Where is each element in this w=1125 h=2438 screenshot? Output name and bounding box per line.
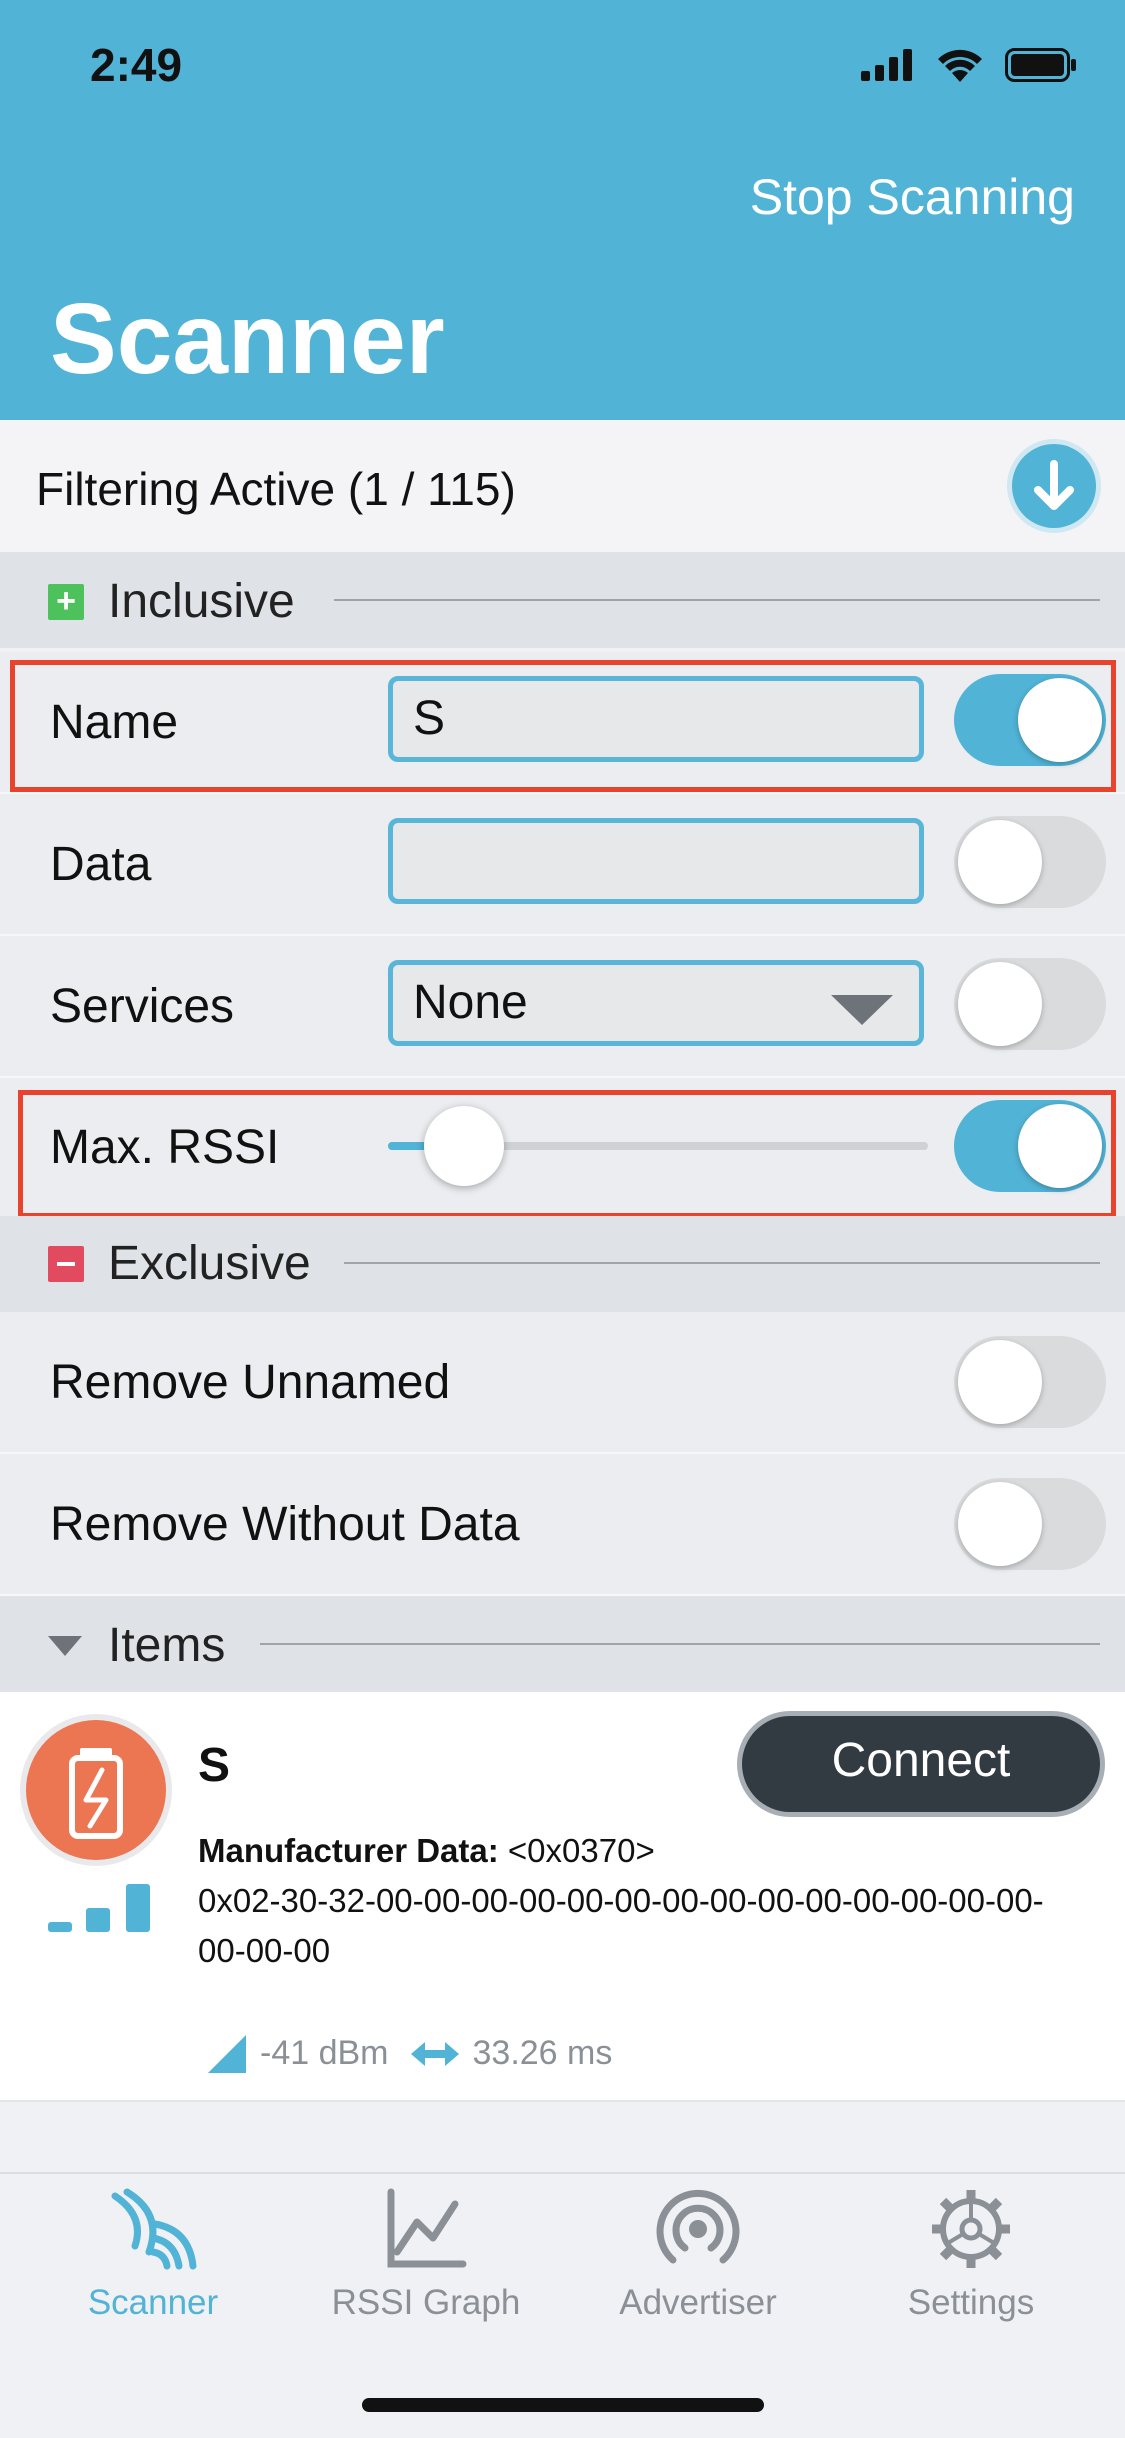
data-filter-input[interactable] — [388, 818, 924, 904]
manufacturer-data-value: 0x02-30-32-00-00-00-00-00-00-00-00-00-00… — [198, 1882, 1044, 1969]
divider — [334, 599, 1100, 601]
dropdown-triangle-icon — [831, 995, 893, 1025]
stop-scanning-button[interactable]: Stop Scanning — [750, 168, 1075, 226]
page-title: Scanner — [50, 283, 445, 395]
connect-button[interactable]: Connect — [742, 1716, 1100, 1812]
device-stats: -41 dBm 33.26 ms — [208, 2034, 612, 2073]
device-avatar — [26, 1720, 166, 1860]
manufacturer-id: <0x0370> — [498, 1832, 655, 1869]
graph-icon — [387, 2188, 467, 2268]
name-filter-label: Name — [50, 696, 179, 749]
interval-icon — [410, 2041, 459, 2066]
services-filter-label: Services — [50, 980, 235, 1033]
rssi-value: -41 dBm — [260, 2034, 389, 2072]
status-icons — [861, 48, 1077, 82]
status-time: 2:49 — [90, 39, 183, 91]
data-filter-label: Data — [50, 838, 152, 891]
services-selected-value: None — [413, 976, 528, 1029]
tab-label: RSSI Graph — [331, 2283, 521, 2322]
scanner-icon — [111, 2188, 197, 2270]
services-filter-toggle[interactable] — [954, 958, 1106, 1050]
home-indicator — [362, 2398, 764, 2412]
device-name: S — [198, 1739, 231, 1792]
services-select[interactable]: None — [388, 960, 924, 1046]
manufacturer-data-label: Manufacturer Data: — [198, 1832, 499, 1869]
tab-scanner[interactable]: Scanner — [33, 2186, 273, 2323]
tab-label: Scanner — [87, 2283, 219, 2322]
divider — [260, 1643, 1100, 1645]
remove-without-data-toggle[interactable] — [954, 1478, 1106, 1570]
arrow-down-icon — [1034, 460, 1074, 510]
filter-status-text: Filtering Active (1 / 115) — [36, 463, 516, 515]
exclusive-label: Exclusive — [108, 1237, 311, 1290]
name-filter-toggle[interactable] — [954, 674, 1106, 766]
remove-unnamed-toggle[interactable] — [954, 1336, 1106, 1428]
collapse-filters-button[interactable] — [1012, 444, 1096, 528]
gear-icon — [932, 2190, 1010, 2268]
rssi-slider-thumb[interactable] — [424, 1106, 504, 1186]
rssi-icon — [208, 2034, 246, 2073]
chevron-down-icon — [48, 1636, 82, 1656]
inclusive-label: Inclusive — [108, 575, 295, 628]
interval-value: 33.26 ms — [472, 2034, 613, 2072]
advertiser-icon — [656, 2189, 740, 2264]
items-label: Items — [108, 1619, 226, 1672]
max-rssi-toggle[interactable] — [954, 1100, 1106, 1192]
wifi-icon — [938, 49, 982, 82]
battery-icon — [1005, 48, 1076, 82]
remove-without-data-label: Remove Without Data — [50, 1498, 520, 1551]
cellular-signal-icon — [861, 49, 912, 81]
manufacturer-data: Manufacturer Data: <0x0370> 0x02-30-32-0… — [198, 1826, 1078, 1976]
name-filter-input[interactable]: S — [388, 676, 924, 762]
tab-label: Settings — [907, 2283, 1035, 2322]
remove-unnamed-label: Remove Unnamed — [50, 1356, 451, 1409]
minus-icon — [48, 1246, 84, 1282]
tab-advertiser[interactable]: Advertiser — [578, 2186, 818, 2323]
signal-strength-icon — [48, 1884, 150, 1932]
tab-rssi-graph[interactable]: RSSI Graph — [306, 2186, 546, 2323]
battery-charging-icon — [69, 1748, 123, 1839]
max-rssi-label: Max. RSSI — [50, 1121, 280, 1174]
plus-icon: + — [48, 584, 84, 620]
divider — [344, 1262, 1100, 1264]
tab-settings[interactable]: Settings — [851, 2186, 1091, 2323]
data-filter-toggle[interactable] — [954, 816, 1106, 908]
tab-label: Advertiser — [619, 2283, 777, 2322]
